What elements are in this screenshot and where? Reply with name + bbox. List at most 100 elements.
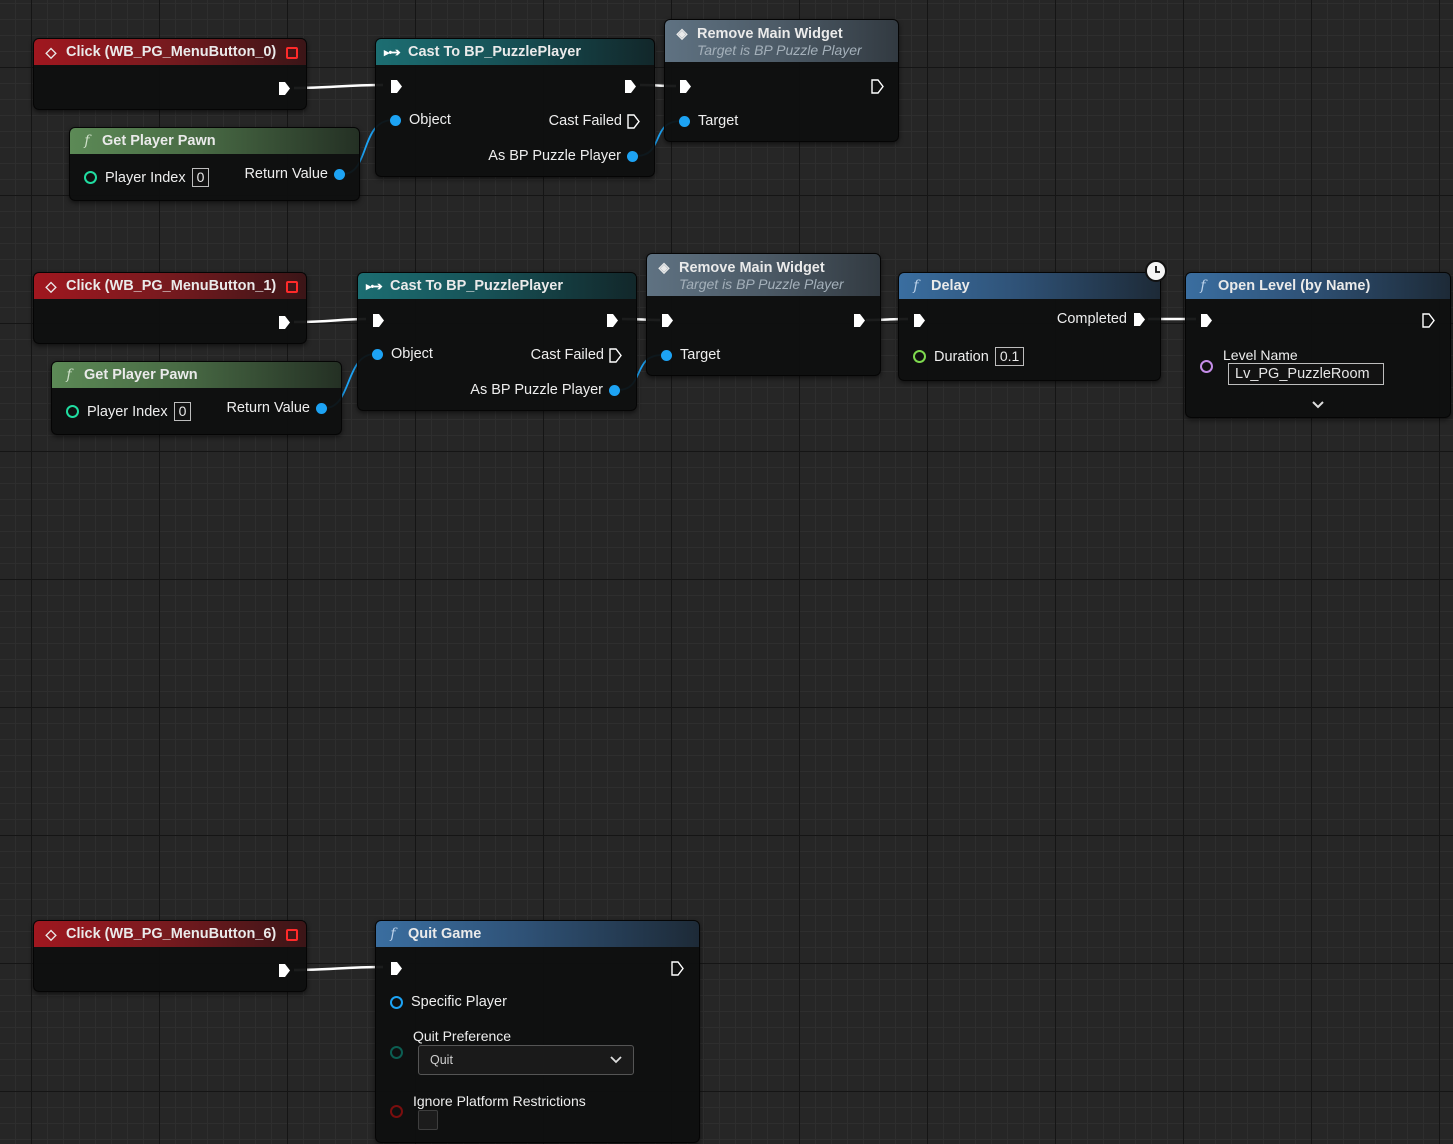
exec-out-pin[interactable] [1422,313,1435,328]
object-pin[interactable]: Object [390,112,451,128]
exec-out-pin[interactable] [278,81,291,96]
ignore-platform-restrictions-checkbox[interactable] [418,1110,438,1130]
player-index-pin[interactable]: Player Index 0 [66,402,192,421]
pin-label: Return Value [244,166,328,182]
enum-pin-icon[interactable] [390,1046,403,1059]
remove-main-widget-node[interactable]: ◈ Remove Main Widget Target is BP Puzzle … [664,19,899,142]
pin-label: Player Index [87,403,168,420]
specific-player-pin[interactable]: Specific Player [390,994,507,1010]
duration-pin[interactable]: Duration 0.1 [913,347,1025,366]
event-node-title: Click (WB_PG_MenuButton_0) [66,44,277,60]
pin-label: Return Value [226,400,310,416]
object-pin[interactable]: Object [372,346,433,362]
exec-in-pin[interactable] [390,79,403,94]
exec-out-pin[interactable] [853,313,866,328]
advanced-expand-icon[interactable] [1311,397,1325,415]
exec-out-pin[interactable] [671,961,684,976]
name-pin-icon[interactable] [1200,360,1213,373]
open-level-node[interactable]: f Open Level (by Name) Level Name Lv_PG_… [1185,272,1451,418]
event-diamond-icon: ◇ [45,925,57,942]
pin-label: Completed [1056,311,1127,327]
exec-outline-icon [609,347,622,363]
level-name-input[interactable]: Lv_PG_PuzzleRoom [1228,363,1384,385]
exec-out-pin[interactable] [871,79,884,94]
exec-outline-icon [627,113,640,129]
exec-filled-icon [1134,312,1145,326]
cast-node[interactable]: ▸•➔ Cast To BP_PuzzlePlayer Object Cast … [357,272,637,411]
object-pin-icon [390,995,403,1009]
pin-label: Target [698,113,739,129]
pin-label: Level Name [1223,347,1298,363]
player-index-input[interactable]: 0 [173,402,192,421]
pin-label: Target [680,347,721,363]
ignore-platform-restrictions-label: Ignore Platform Restrictions [413,1093,586,1109]
exec-in-pin[interactable] [679,79,692,94]
quit-game-node[interactable]: f Quit Game Specific Player Quit Prefere… [375,920,700,1143]
cast-arrow-icon: ▸•➔ [384,46,401,59]
exec-in-pin[interactable] [372,313,385,328]
event-node-menu-button-6[interactable]: ◇ Click (WB_PG_MenuButton_6) [33,920,307,992]
node-title: Delay [931,278,970,294]
duration-input[interactable]: 0.1 [994,347,1025,366]
cast-arrow-icon: ▸•➔ [366,280,383,293]
pin-label: Specific Player [411,994,507,1010]
player-index-pin[interactable]: Player Index 0 [84,168,210,187]
as-bp-puzzle-player-pin[interactable]: As BP Puzzle Player [470,382,620,398]
delay-node[interactable]: f Delay Completed Duration 0.1 [898,272,1161,381]
exec-wire [293,965,384,972]
node-title: Cast To BP_PuzzlePlayer [390,278,563,294]
node-header: f Quit Game [376,921,699,947]
pin-label: Cast Failed [548,113,622,129]
exec-out-pin[interactable] [278,315,291,330]
node-header: ▸•➔ Cast To BP_PuzzlePlayer [376,39,654,65]
return-value-pin[interactable]: Return Value [226,400,327,416]
get-player-pawn-node[interactable]: f Get Player Pawn Player Index 0 Return … [69,127,360,201]
cast-failed-pin[interactable]: Cast Failed [531,347,622,363]
quit-preference-dropdown[interactable]: Quit [418,1045,634,1075]
object-pin-icon [627,150,638,162]
int-pin-icon [66,405,79,418]
quit-preference-label: Quit Preference [413,1028,511,1044]
exec-in-pin[interactable] [390,961,403,976]
exec-in-pin[interactable] [661,313,674,328]
node-title: Quit Game [408,926,482,942]
player-index-input[interactable]: 0 [191,168,210,187]
chevron-down-icon [610,1056,622,1064]
node-subtitle: Target is BP Puzzle Player [697,41,862,58]
remove-main-widget-node[interactable]: ◈ Remove Main Widget Target is BP Puzzle … [646,253,881,376]
pin-label: Object [409,112,451,128]
object-pin-icon [316,402,327,414]
node-header: f Delay [899,273,1160,299]
object-pin-icon [679,115,690,127]
exec-out-pin[interactable] [624,79,637,94]
float-pin-icon [913,350,926,363]
return-value-pin[interactable]: Return Value [244,166,345,182]
exec-out-pin[interactable] [606,313,619,328]
object-pin-icon [372,348,383,360]
pin-label: Cast Failed [530,347,604,363]
completed-pin[interactable]: Completed [1057,311,1146,327]
object-pin-icon [609,384,620,396]
exec-out-pin[interactable] [278,963,291,978]
bool-pin-icon[interactable] [390,1105,403,1118]
event-diamond-icon: ◇ [45,43,57,60]
target-pin[interactable]: Target [679,113,738,129]
node-header: ▸•➔ Cast To BP_PuzzlePlayer [358,273,636,299]
latent-clock-icon [1145,260,1167,282]
event-node-title: Click (WB_PG_MenuButton_6) [66,926,277,942]
function-icon: f [66,367,72,383]
node-title: Get Player Pawn [84,367,198,383]
exec-in-pin[interactable] [1200,313,1213,328]
object-pin-icon [661,349,672,361]
target-pin[interactable]: Target [661,347,720,363]
message-diamond-icon: ◈ [658,258,670,275]
get-player-pawn-node[interactable]: f Get Player Pawn Player Index 0 Return … [51,361,342,435]
as-bp-puzzle-player-pin[interactable]: As BP Puzzle Player [488,148,638,164]
pin-label: Duration [934,348,989,365]
cast-failed-pin[interactable]: Cast Failed [549,113,640,129]
cast-node[interactable]: ▸•➔ Cast To BP_PuzzlePlayer Object Cast … [375,38,655,177]
event-node-menu-button-1[interactable]: ◇ Click (WB_PG_MenuButton_1) [33,272,307,344]
event-node-menu-button-0[interactable]: ◇ Click (WB_PG_MenuButton_0) [33,38,307,110]
event-delegate-icon [286,47,298,59]
exec-in-pin[interactable] [913,313,926,328]
